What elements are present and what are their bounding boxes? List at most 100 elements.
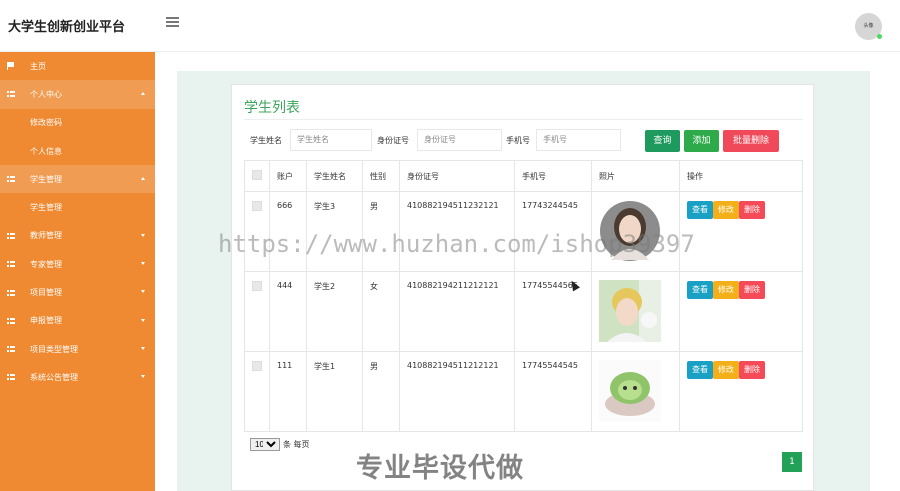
table-row: 444 学生2 女 410882194211212121 17745544565 — [244, 271, 803, 352]
watermark-text: https://www.huzhan.com/ishop39397 — [218, 230, 695, 258]
delete-button[interactable]: 删除 — [739, 361, 765, 379]
col-name: 学生姓名 — [306, 160, 363, 192]
user-avatar[interactable]: 头像 — [855, 13, 882, 40]
grid-icon — [6, 317, 15, 324]
sidebar-item[interactable]: 学生管理 — [0, 165, 155, 194]
student-list-card: 学生列表 学生姓名 学生姓名 身份证号 身份证号 手机号 手机号 查询 添加 批… — [231, 84, 814, 491]
promo-overlay-text: 专业毕设代做 — [356, 453, 524, 484]
sidebar-item[interactable]: 项目类型管理 — [0, 335, 155, 363]
sidebar-subitem[interactable]: 学生管理 — [0, 193, 155, 221]
chevron-down-icon — [141, 233, 145, 237]
table-header-row: 账户 学生姓名 性别 身份证号 手机号 照片 操作 — [244, 160, 803, 192]
chevron-down-icon — [141, 346, 145, 350]
view-button[interactable]: 查看 — [687, 281, 713, 299]
row-checkbox[interactable] — [252, 361, 262, 371]
chevron-up-icon — [141, 177, 145, 181]
student-name-input[interactable]: 学生姓名 — [290, 129, 372, 151]
query-button[interactable]: 查询 — [645, 130, 680, 152]
top-bar: 大学生创新创业平台 头像 — [0, 0, 900, 52]
sidebar-item[interactable]: 专家管理 — [0, 250, 155, 278]
sidebar-item-label: 修改密码 — [30, 118, 62, 128]
grid-icon — [6, 176, 15, 183]
id-number-input[interactable]: 身份证号 — [417, 129, 502, 151]
name-cell: 学生2 — [306, 271, 363, 352]
sidebar: 主页 个人中心 修改密码 个人信息 学生管理 学生管理 教师管理 专家管理 项目管理 申报管理 项目… — [0, 52, 155, 491]
edit-button[interactable]: 修改 — [713, 361, 739, 379]
sidebar-item-label: 专家管理 — [30, 259, 62, 269]
sidebar-item-label: 学生管理 — [30, 203, 62, 213]
view-button[interactable]: 查看 — [687, 201, 713, 219]
col-account: 账户 — [269, 160, 307, 192]
delete-button[interactable]: 删除 — [739, 281, 765, 299]
col-phone: 手机号 — [514, 160, 592, 192]
online-status-dot — [877, 34, 882, 39]
student-photo — [599, 280, 661, 342]
grid-icon — [6, 232, 15, 239]
phone-input[interactable]: 手机号 — [536, 129, 621, 151]
grid-icon — [6, 261, 15, 268]
photo-cell — [591, 351, 680, 432]
pagination-size: 10 条 每页 — [250, 438, 310, 451]
id-number-label: 身份证号 — [377, 136, 409, 145]
row-checkbox[interactable] — [252, 281, 262, 291]
phone-label: 手机号 — [506, 136, 530, 145]
sidebar-item-label: 学生管理 — [30, 174, 62, 184]
chevron-down-icon — [141, 375, 145, 379]
col-gender: 性别 — [362, 160, 400, 192]
batch-delete-button[interactable]: 批量删除 — [723, 130, 779, 152]
phone-cell: 17745544545 — [514, 351, 592, 432]
table-row: 111 学生1 男 410882194511212121 17745544545 — [244, 351, 803, 432]
sidebar-item[interactable]: 个人中心 — [0, 80, 155, 109]
edit-button[interactable]: 修改 — [713, 281, 739, 299]
grid-icon — [6, 374, 15, 381]
grid-icon — [6, 289, 15, 296]
edit-button[interactable]: 修改 — [713, 201, 739, 219]
sidebar-item[interactable]: 申报管理 — [0, 307, 155, 335]
app-title: 大学生创新创业平台 — [8, 20, 126, 35]
student-name-label: 学生姓名 — [250, 136, 282, 145]
sidebar-item[interactable]: 项目管理 — [0, 278, 155, 306]
sidebar-item[interactable]: 主页 — [0, 52, 155, 80]
chevron-down-icon — [141, 290, 145, 294]
page-number-button[interactable]: 1 — [782, 452, 802, 472]
row-select-cell — [244, 271, 270, 352]
photo-cell — [591, 271, 680, 352]
flag-icon — [6, 62, 15, 71]
add-button[interactable]: 添加 — [684, 130, 719, 152]
sidebar-subitem[interactable]: 个人信息 — [0, 137, 155, 165]
page-title: 学生列表 — [244, 100, 300, 116]
col-photo: 照片 — [591, 160, 680, 192]
select-all-checkbox[interactable] — [252, 170, 262, 180]
sidebar-item-label: 个人中心 — [30, 89, 62, 99]
actions-cell: 查看 修改 删除 — [679, 191, 803, 272]
page-size-select[interactable]: 10 — [250, 438, 280, 451]
view-button[interactable]: 查看 — [687, 361, 713, 379]
gender-cell: 女 — [362, 271, 400, 352]
per-page-label: 条 每页 — [283, 440, 310, 449]
chevron-down-icon — [141, 318, 145, 322]
gender-cell: 男 — [362, 351, 400, 432]
sidebar-subitem[interactable]: 修改密码 — [0, 109, 155, 137]
sidebar-item-label: 申报管理 — [30, 316, 62, 326]
account-cell: 111 — [269, 351, 307, 432]
grid-icon — [6, 91, 15, 98]
sidebar-item[interactable]: 教师管理 — [0, 222, 155, 250]
sidebar-item-label: 主页 — [30, 61, 46, 71]
actions-cell: 查看 修改 删除 — [679, 351, 803, 432]
id-number-cell: 410882194511212121 — [399, 351, 515, 432]
title-divider — [244, 119, 803, 120]
sidebar-item-label: 项目管理 — [30, 288, 62, 298]
sidebar-item-label: 项目类型管理 — [30, 344, 78, 354]
delete-button[interactable]: 删除 — [739, 201, 765, 219]
sidebar-item[interactable]: 系统公告管理 — [0, 363, 155, 391]
student-table: 账户 学生姓名 性别 身份证号 手机号 照片 操作 666 学生3 男 4108… — [244, 160, 803, 432]
row-checkbox[interactable] — [252, 201, 262, 211]
name-cell: 学生1 — [306, 351, 363, 432]
phone-cell: 17745544565 — [514, 271, 592, 352]
sidebar-item-label: 教师管理 — [30, 231, 62, 241]
col-actions: 操作 — [679, 160, 803, 192]
hamburger-menu-icon[interactable] — [166, 17, 179, 28]
sidebar-item-label: 系统公告管理 — [30, 372, 78, 382]
actions-cell: 查看 修改 删除 — [679, 271, 803, 352]
chevron-up-icon — [141, 92, 145, 96]
